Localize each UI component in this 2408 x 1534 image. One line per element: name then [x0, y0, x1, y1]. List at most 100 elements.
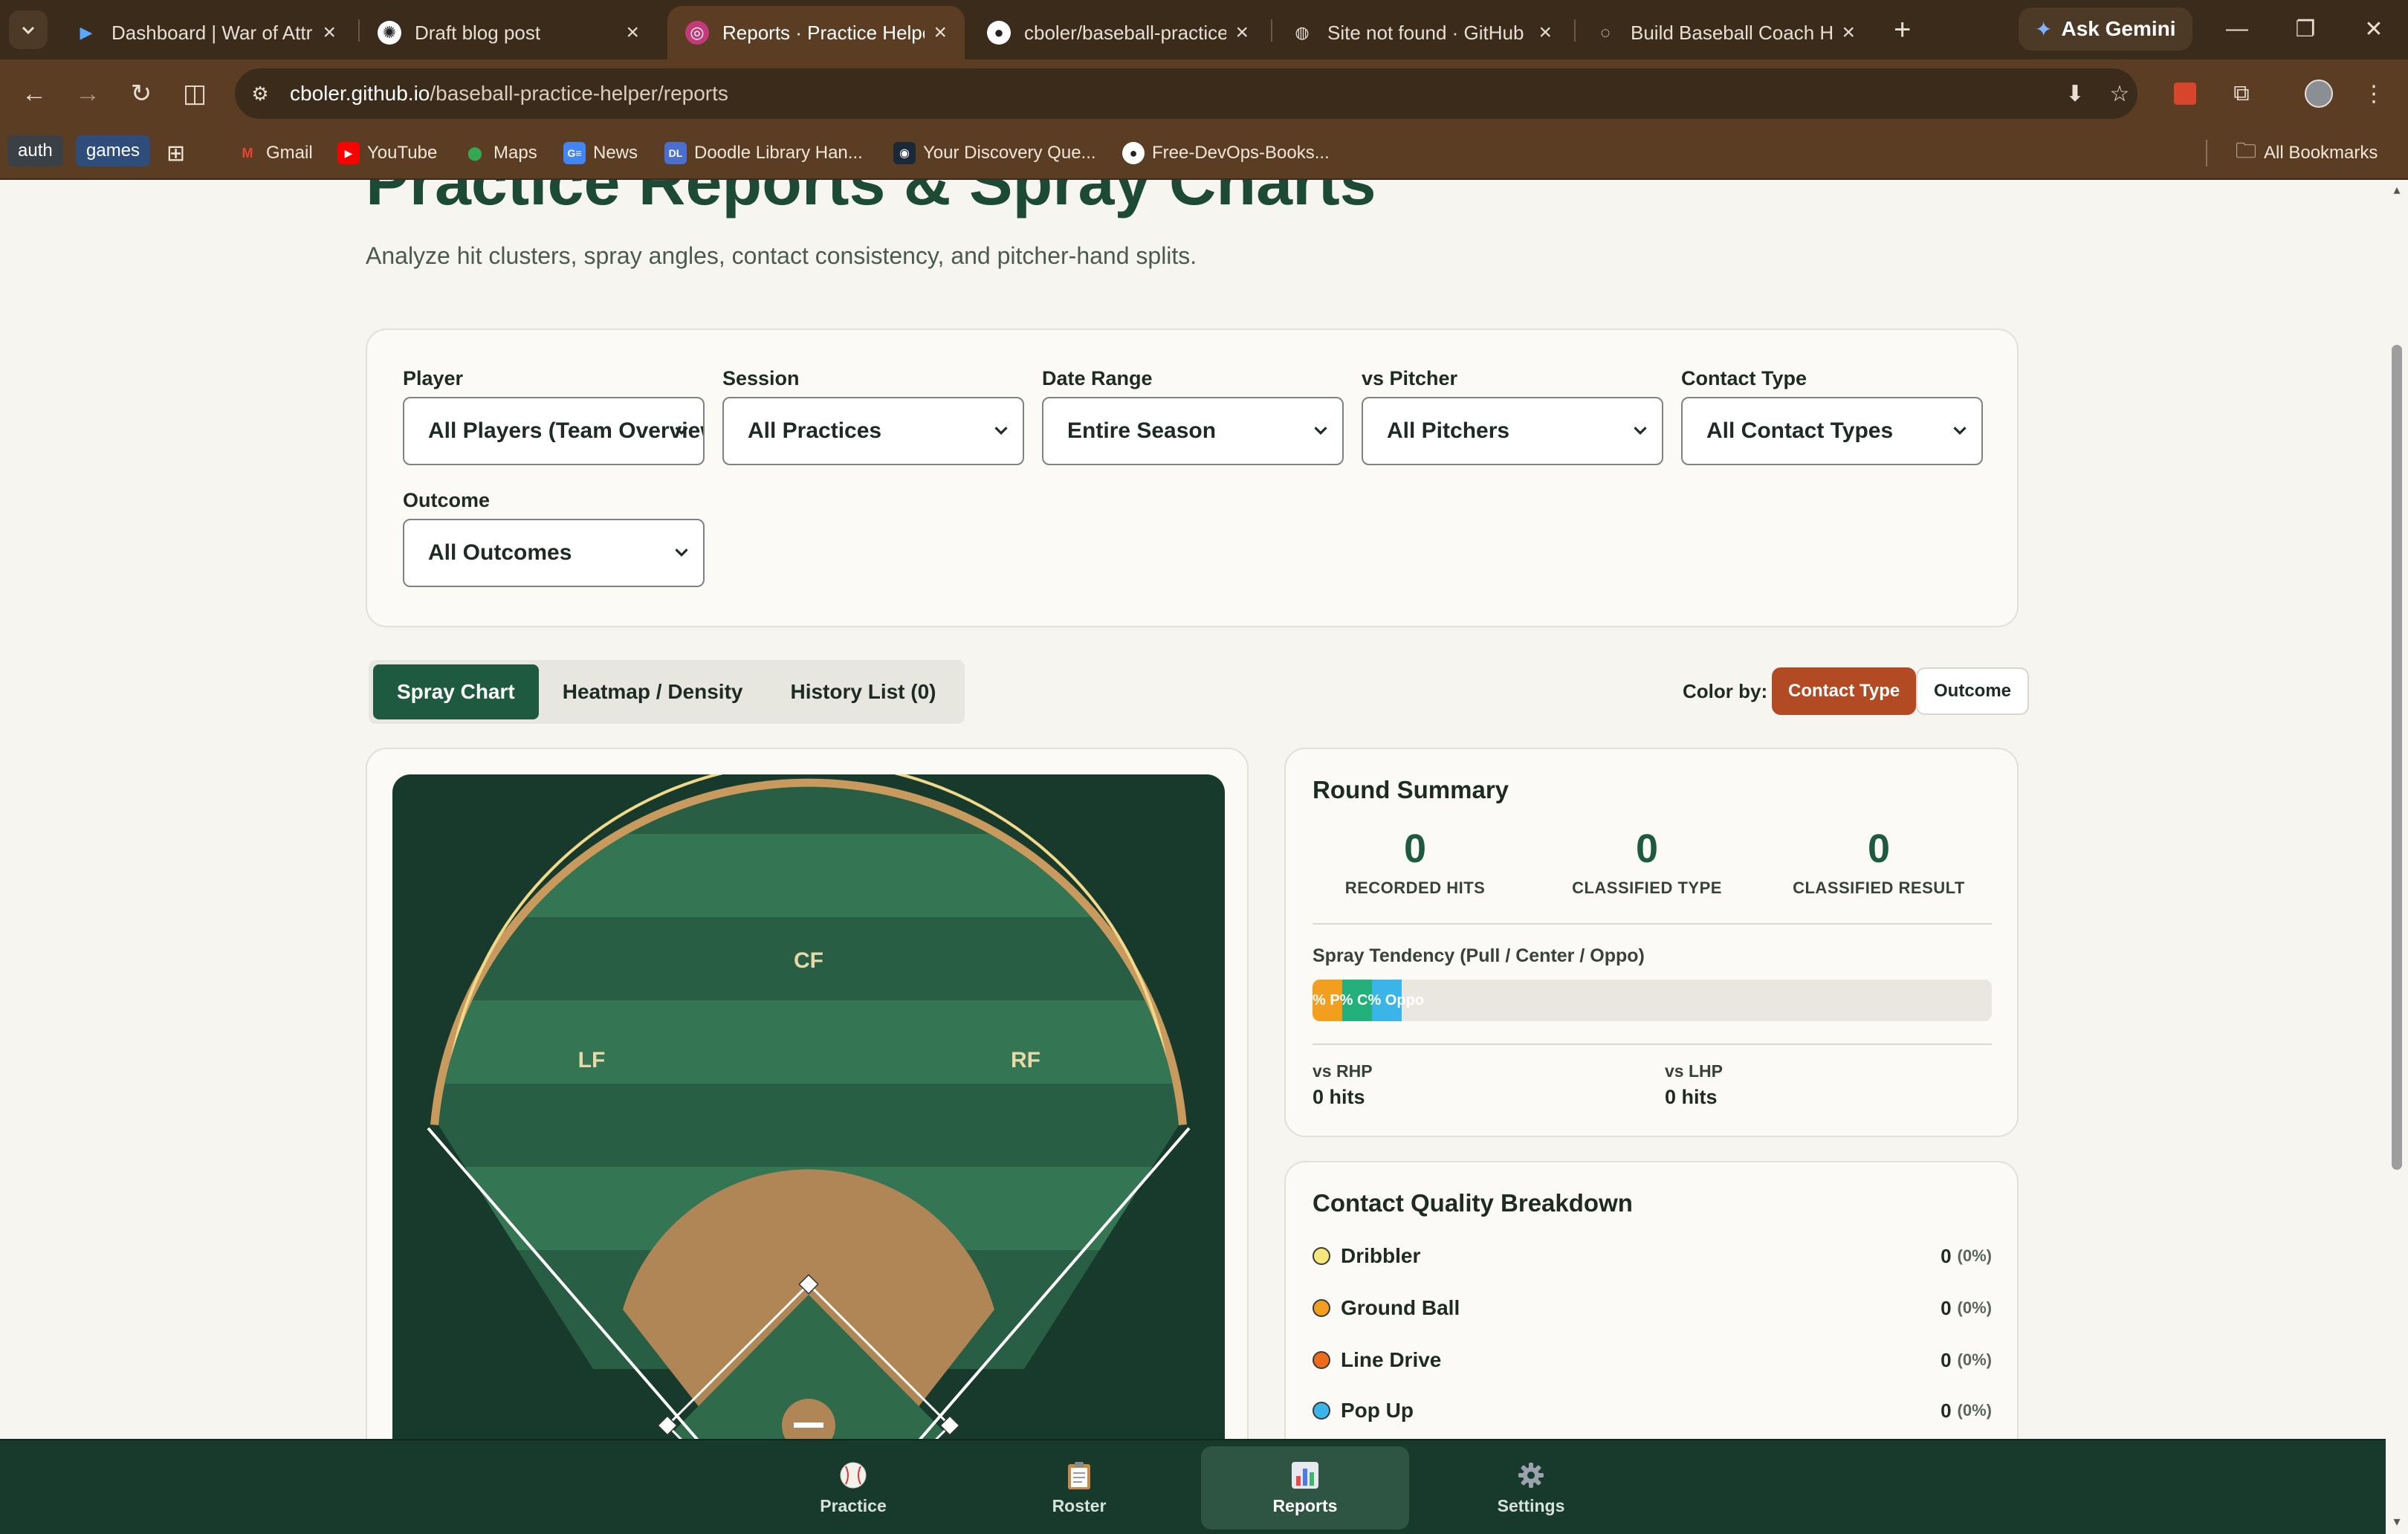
select-value: Entire Season	[1067, 418, 1217, 443]
bookmark-star-icon[interactable]: ☆	[2103, 77, 2136, 110]
github-icon: ●	[987, 21, 1011, 45]
bookmark-label: Maps	[493, 143, 537, 163]
chevron-down-icon	[22, 26, 35, 35]
bookmark-youtube[interactable]: ▶ YouTube	[337, 137, 437, 169]
ask-gemini-button[interactable]: ✦ Ask Gemini	[2019, 7, 2192, 51]
url-text[interactable]: cboler.github.io/baseball-practice-helpe…	[290, 82, 728, 106]
split-view-icon[interactable]: ◫	[175, 74, 214, 113]
address-bar[interactable]: ⚙ cboler.github.io/baseball-practice-hel…	[235, 68, 2137, 119]
clipboard-icon	[1064, 1460, 1094, 1490]
tab-search-button[interactable]	[9, 10, 48, 49]
color-by-contact-type-button[interactable]: Contact Type	[1772, 667, 1917, 715]
scroll-thumb[interactable]	[2392, 345, 2402, 1170]
extension-red-icon[interactable]	[2166, 74, 2204, 113]
github-icon: ●	[1122, 142, 1145, 164]
bookmark-label: YouTube	[367, 143, 438, 163]
install-app-icon[interactable]: ⬇	[2059, 77, 2091, 110]
browser-tab[interactable]: ◍ Site not found · GitHub P ×	[1272, 6, 1570, 59]
tab-spray-chart[interactable]: Spray Chart	[373, 664, 539, 719]
gemini-sparkle-icon: ✦	[2035, 17, 2053, 41]
tab-history-list[interactable]: History List (0)	[766, 664, 959, 719]
nav-label: Settings	[1497, 1495, 1565, 1515]
date-range-filter: Date Range Entire Season	[1042, 367, 1344, 465]
apps-grid-icon[interactable]: ⊞	[166, 137, 185, 169]
player-select[interactable]: All Players (Team Overview)	[403, 397, 705, 465]
close-icon[interactable]: ×	[1530, 20, 1552, 45]
bookmark-label: auth	[18, 140, 53, 161]
spray-tendency-text: % P% C% Oppo	[1313, 991, 1425, 1009]
line-drive-dot-icon	[1313, 1351, 1330, 1369]
nav-practice[interactable]: Practice	[749, 1446, 957, 1530]
bookmark-label: games	[86, 140, 140, 161]
bookmark-news[interactable]: G≡ News	[563, 137, 638, 169]
split-value: 0 hits	[1665, 1086, 1718, 1108]
close-icon[interactable]: ×	[1833, 20, 1855, 45]
quality-count: 0	[1941, 1244, 1952, 1267]
bookmark-folder-auth[interactable]: auth	[7, 135, 63, 166]
close-icon[interactable]: ×	[925, 20, 947, 45]
close-window-icon[interactable]: ✕	[2352, 10, 2396, 48]
chevron-down-icon	[1314, 427, 1327, 435]
browser-tab[interactable]: ✺ Draft blog post ×	[360, 6, 657, 59]
extensions-puzzle-icon[interactable]: ⧉	[2222, 74, 2261, 113]
more-menu-icon[interactable]: ⋮	[2354, 74, 2393, 113]
bookmark-doodle[interactable]: DL Doodle Library Han...	[664, 137, 863, 169]
scroll-down-icon[interactable]: ▾	[2390, 1515, 2404, 1528]
close-icon[interactable]: ×	[314, 20, 336, 45]
browser-tab[interactable]: ● cboler/baseball-practice- ×	[969, 6, 1266, 59]
site-info-icon[interactable]: ⚙	[244, 77, 276, 110]
quality-row-line-drive: Line Drive 0 (0%)	[1313, 1341, 1992, 1379]
split-vs-rhp: vs RHP 0 hits	[1313, 1061, 1373, 1109]
outcome-filter: Outcome All Outcomes	[403, 489, 705, 587]
session-filter: Session All Practices	[722, 367, 1024, 465]
scroll-up-icon[interactable]: ▴	[2390, 183, 2404, 196]
chevron-down-icon	[994, 427, 1008, 435]
globe-icon: ◍	[1295, 23, 1310, 42]
browser-tab-active[interactable]: ◎ Reports · Practice Helper ×	[667, 6, 965, 59]
color-by-label: Color by:	[1683, 679, 1768, 702]
bookmark-gmail[interactable]: M Gmail	[236, 137, 313, 169]
outcome-select[interactable]: All Outcomes	[403, 519, 705, 587]
bookmark-devops-books[interactable]: ● Free-DevOps-Books...	[1122, 137, 1330, 169]
bookmark-folder-games[interactable]: games	[76, 135, 151, 166]
split-label: vs RHP	[1313, 1061, 1373, 1081]
back-icon[interactable]: ←	[15, 74, 54, 113]
nav-settings[interactable]: Settings	[1427, 1446, 1635, 1530]
restore-icon[interactable]: ❐	[2283, 10, 2328, 48]
ask-gemini-label: Ask Gemini	[2061, 17, 2176, 40]
minimize-icon[interactable]: —	[2215, 10, 2259, 48]
all-bookmarks-button[interactable]: 🗀 All Bookmarks	[2236, 137, 2378, 169]
reload-icon[interactable]: ↻	[122, 74, 161, 113]
color-by-outcome-button[interactable]: Outcome	[1916, 667, 2030, 715]
bookmark-maps[interactable]: ⬤ Maps	[464, 137, 537, 169]
steam-icon: ◉	[893, 142, 916, 164]
contact-quality-card: Contact Quality Breakdown Dribbler 0 (0%…	[1284, 1161, 2019, 1439]
bookmark-steam[interactable]: ◉ Your Discovery Que...	[893, 137, 1096, 169]
new-tab-button[interactable]: +	[1894, 13, 1911, 46]
close-icon[interactable]: ×	[1226, 20, 1249, 45]
pop-up-dot-icon	[1313, 1402, 1330, 1420]
all-bookmarks-label: All Bookmarks	[2264, 143, 2378, 163]
close-icon[interactable]: ×	[617, 20, 639, 45]
pitchers-rubber	[794, 1423, 823, 1428]
quality-pct: (0%)	[1957, 1246, 1992, 1265]
stat-label: CLASSIFIED RESULT	[1793, 878, 1965, 897]
date-range-select[interactable]: Entire Season	[1042, 397, 1344, 465]
nav-reports[interactable]: Reports	[1201, 1446, 1409, 1530]
session-select[interactable]: All Practices	[722, 397, 1024, 465]
chevron-down-icon	[675, 427, 688, 435]
contact-type-filter: Contact Type All Contact Types	[1681, 367, 1983, 465]
tab-heatmap[interactable]: Heatmap / Density	[539, 664, 767, 719]
profile-avatar-icon[interactable]	[2299, 74, 2338, 113]
select-value: All Players (Team Overview)	[428, 418, 705, 443]
bookmark-label: Free-DevOps-Books...	[1152, 143, 1330, 163]
nav-roster[interactable]: Roster	[975, 1446, 1183, 1530]
contact-type-select[interactable]: All Contact Types	[1681, 397, 1983, 465]
page-scrollbar[interactable]: ▴ ▾	[2386, 180, 2408, 1534]
view-tabs: Spray Chart Heatmap / Density History Li…	[369, 660, 965, 724]
pitcher-select[interactable]: All Pitchers	[1362, 397, 1663, 465]
forward-icon[interactable]: →	[68, 74, 107, 113]
divider	[1313, 923, 1992, 925]
browser-tab[interactable]: ▶ Dashboard | War of Attrit ×	[56, 6, 354, 59]
browser-tab[interactable]: ◌ Build Baseball Coach Hel ×	[1576, 6, 1873, 59]
